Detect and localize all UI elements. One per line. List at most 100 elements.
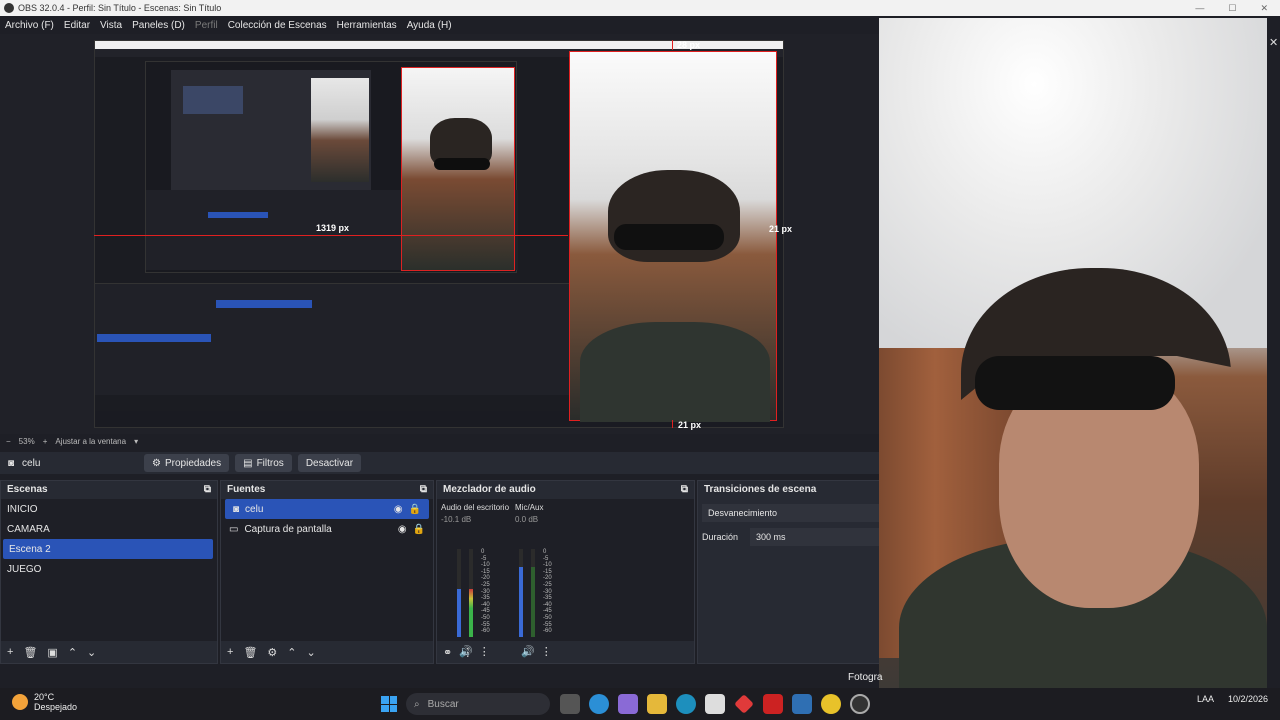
add-source-icon[interactable]: + xyxy=(227,646,233,658)
weather-widget[interactable]: 20°C Despejado xyxy=(12,692,77,712)
channel-name: Audio del escritorio xyxy=(441,503,510,512)
language-indicator[interactable]: LAA xyxy=(1197,694,1214,704)
source-item-label: Captura de pantalla xyxy=(244,523,332,535)
sunglasses-shape xyxy=(975,356,1175,410)
move-down-icon[interactable]: ⌄ xyxy=(307,646,316,659)
outlook-icon[interactable] xyxy=(792,694,812,714)
mixer-toolbar: ⚭ ⋮ xyxy=(437,641,694,663)
duration-input[interactable]: 300 ms xyxy=(750,528,879,546)
camera-icon: ◙ xyxy=(8,457,15,469)
properties-button[interactable]: ⚙ Propiedades xyxy=(144,454,230,472)
menu-editar[interactable]: Editar xyxy=(64,20,90,31)
maximize-icon[interactable]: ☐ xyxy=(1228,3,1236,14)
search-placeholder: Buscar xyxy=(427,698,459,710)
move-up-icon[interactable]: ⌃ xyxy=(287,646,296,659)
db-tick: -10 xyxy=(481,562,490,569)
obs-icon[interactable] xyxy=(850,694,870,714)
menu-coleccion-escenas[interactable]: Colección de Escenas xyxy=(228,20,327,31)
window-title: OBS 32.0.4 - Perfil: Sin Título - Escena… xyxy=(18,3,222,13)
menu-herramientas[interactable]: Herramientas xyxy=(337,20,397,31)
file-explorer-icon[interactable] xyxy=(647,694,667,714)
measure-right: 21 px xyxy=(769,224,793,234)
scene-item-juego[interactable]: JUEGO xyxy=(1,559,217,579)
source-toolbar: ◙ celu ⚙ Propiedades ▤ Filtros Desactiva… xyxy=(0,452,880,474)
visibility-eye-icon[interactable]: ◉ xyxy=(394,504,403,515)
minimize-icon[interactable]: — xyxy=(1195,3,1204,14)
menu-perfil[interactable]: Perfil xyxy=(195,20,218,31)
date-display[interactable]: 10/2/2026 xyxy=(1228,694,1268,704)
menu-vista[interactable]: Vista xyxy=(100,20,122,31)
source-item-celu[interactable]: ◙ celu ◉ 🔒 xyxy=(225,499,429,519)
app-icon[interactable] xyxy=(734,694,754,714)
filters-button[interactable]: ▤ Filtros xyxy=(235,454,292,472)
channel-db: -10.1 dB xyxy=(441,515,472,524)
scene-item-camara[interactable]: CAMARA xyxy=(1,519,217,539)
undock-icon[interactable]: ⧉ xyxy=(420,484,427,495)
nested-scene-selected xyxy=(97,334,211,342)
copilot-icon[interactable] xyxy=(589,694,609,714)
visibility-eye-icon[interactable]: ◉ xyxy=(398,524,407,535)
menu-archivo[interactable]: Archivo (F) xyxy=(5,20,54,31)
zoom-level: 53% xyxy=(18,436,35,446)
sources-list: ◙ celu ◉ 🔒 ▭ Captura de pantalla ◉ 🔒 xyxy=(221,499,433,641)
windows-taskbar: 20°C Despejado ⌕ Buscar LAA 10/2/2026 xyxy=(0,688,1280,720)
db-tick: -35 xyxy=(543,595,552,602)
fit-to-window-label[interactable]: Ajustar a la ventana xyxy=(55,437,126,446)
taskbar-apps xyxy=(560,694,870,714)
shield-icon[interactable] xyxy=(763,694,783,714)
close-icon[interactable]: ✕ xyxy=(1269,36,1278,49)
chevron-down-icon[interactable]: ▾ xyxy=(134,437,138,446)
add-scene-icon[interactable]: + xyxy=(7,646,13,658)
db-tick: -15 xyxy=(543,568,552,575)
source-properties-icon[interactable]: ⚙ xyxy=(267,646,277,659)
db-tick: 0 xyxy=(481,549,485,555)
sources-title: Fuentes xyxy=(227,483,266,495)
zoom-in-icon[interactable]: + xyxy=(43,437,48,446)
webcam-feed xyxy=(879,18,1267,708)
volume-fader-desktop[interactable] xyxy=(457,549,461,637)
scene-item-escena-2[interactable]: Escena 2 xyxy=(3,539,213,559)
db-tick: -55 xyxy=(543,621,552,628)
store-icon[interactable] xyxy=(705,694,725,714)
scene-filters-icon[interactable]: ▣ xyxy=(47,646,57,659)
preview-canvas[interactable]: 28 px 21 px 21 px 1319 px xyxy=(0,34,880,434)
transitions-title: Transiciones de escena xyxy=(704,483,817,495)
chrome-icon[interactable] xyxy=(821,694,841,714)
undock-icon[interactable]: ⧉ xyxy=(681,484,688,495)
zoom-out-icon[interactable]: − xyxy=(6,437,11,446)
app-icon[interactable] xyxy=(618,694,638,714)
scene-item-inicio[interactable]: INICIO xyxy=(1,499,217,519)
move-down-icon[interactable]: ⌄ xyxy=(87,646,96,659)
menu-paneles[interactable]: Paneles (D) xyxy=(132,20,185,31)
volume-fader-mic[interactable] xyxy=(519,549,523,637)
lock-icon[interactable]: 🔒 xyxy=(413,524,425,535)
source-item-captura[interactable]: ▭ Captura de pantalla ◉ 🔒 xyxy=(221,519,433,539)
undock-icon[interactable]: ⧉ xyxy=(204,484,211,495)
title-bar: OBS 32.0.4 - Perfil: Sin Título - Escena… xyxy=(0,0,1280,16)
sources-toolbar: + 🗑 ⚙ ⌃ ⌄ xyxy=(221,641,433,663)
truncated-label: Fotogra xyxy=(848,672,883,683)
remove-scene-icon[interactable]: 🗑 xyxy=(23,646,37,659)
link-icon[interactable]: ⚭ xyxy=(443,646,452,659)
close-icon[interactable]: ✕ xyxy=(1260,3,1268,14)
deactivate-button[interactable]: Desactivar xyxy=(297,454,362,472)
transition-type-select[interactable]: Desvanecimiento xyxy=(702,504,879,522)
source-item-label: celu xyxy=(245,503,264,515)
task-view-icon[interactable] xyxy=(560,694,580,714)
move-up-icon[interactable]: ⌃ xyxy=(68,646,77,659)
windows-start-icon[interactable] xyxy=(381,696,397,712)
lock-icon[interactable]: 🔒 xyxy=(409,504,421,515)
webcam-source-selected[interactable] xyxy=(569,51,777,422)
window-controls: — ☐ ✕ xyxy=(1195,3,1280,14)
db-tick: 0 xyxy=(543,549,547,555)
taskbar-search[interactable]: ⌕ Buscar xyxy=(406,693,550,715)
db-tick: -45 xyxy=(543,608,552,615)
channel-desktop-audio: Audio del escritorio -10.1 dB xyxy=(441,503,511,524)
remove-source-icon[interactable]: 🗑 xyxy=(243,646,257,659)
more-options-icon[interactable]: ⋮ xyxy=(462,646,473,659)
menu-ayuda[interactable]: Ayuda (H) xyxy=(407,20,452,31)
gear-icon: ⚙ xyxy=(152,457,161,469)
db-tick: -25 xyxy=(481,581,490,588)
channel-db: 0.0 dB xyxy=(515,515,539,524)
edge-icon[interactable] xyxy=(676,694,696,714)
